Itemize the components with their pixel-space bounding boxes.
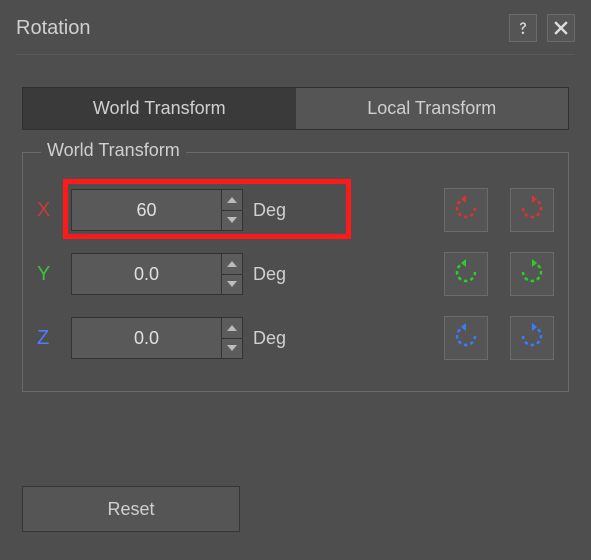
- chevron-up-icon: [227, 325, 237, 331]
- rotation-panel: Rotation World Transform Local Transform…: [0, 0, 591, 560]
- z-rotate-ccw-button[interactable]: [444, 316, 488, 360]
- chevron-up-icon: [227, 197, 237, 203]
- z-spinner: [71, 317, 243, 359]
- rotate-ccw-icon: [452, 194, 480, 227]
- axis-row-x: X Deg: [37, 185, 554, 235]
- help-button[interactable]: [509, 14, 537, 42]
- z-value-input[interactable]: [71, 317, 221, 359]
- world-transform-group: World Transform X Deg: [22, 152, 569, 392]
- y-step-down[interactable]: [222, 274, 242, 295]
- x-unit-label: Deg: [253, 200, 299, 221]
- x-step-up[interactable]: [222, 190, 242, 210]
- rotate-cw-icon: [518, 322, 546, 355]
- tab-world-transform[interactable]: World Transform: [23, 88, 296, 129]
- z-step-up[interactable]: [222, 318, 242, 338]
- reset-button[interactable]: Reset: [22, 486, 240, 532]
- rotate-cw-icon: [518, 194, 546, 227]
- y-rotate-ccw-button[interactable]: [444, 252, 488, 296]
- axis-row-y: Y Deg: [37, 249, 554, 299]
- x-spin-buttons: [221, 189, 243, 231]
- axis-row-z: Z Deg: [37, 313, 554, 363]
- axis-label-x: X: [37, 199, 71, 222]
- transform-tabs: World Transform Local Transform: [22, 87, 569, 130]
- y-spinner: [71, 253, 243, 295]
- x-value-input[interactable]: [71, 189, 221, 231]
- divider: [16, 54, 575, 55]
- panel-title: Rotation: [16, 17, 499, 40]
- axis-label-z: Z: [37, 327, 71, 350]
- rotate-ccw-icon: [452, 322, 480, 355]
- z-step-down[interactable]: [222, 338, 242, 359]
- x-spinner: [71, 189, 243, 231]
- chevron-up-icon: [227, 261, 237, 267]
- y-rotate-cw-button[interactable]: [510, 252, 554, 296]
- y-unit-label: Deg: [253, 264, 299, 285]
- help-icon: [515, 20, 531, 36]
- y-spin-buttons: [221, 253, 243, 295]
- close-button[interactable]: [547, 14, 575, 42]
- chevron-down-icon: [227, 345, 237, 351]
- axis-label-y: Y: [37, 263, 71, 286]
- chevron-down-icon: [227, 217, 237, 223]
- z-rotate-cw-button[interactable]: [510, 316, 554, 360]
- x-step-down[interactable]: [222, 210, 242, 231]
- rotate-ccw-icon: [452, 258, 480, 291]
- x-rotate-ccw-button[interactable]: [444, 188, 488, 232]
- x-rotate-cw-button[interactable]: [510, 188, 554, 232]
- group-label: World Transform: [41, 140, 186, 161]
- close-icon: [554, 21, 568, 35]
- y-value-input[interactable]: [71, 253, 221, 295]
- chevron-down-icon: [227, 281, 237, 287]
- tab-local-transform[interactable]: Local Transform: [296, 88, 569, 129]
- y-step-up[interactable]: [222, 254, 242, 274]
- panel-header: Rotation: [16, 14, 575, 42]
- rotate-cw-icon: [518, 258, 546, 291]
- z-unit-label: Deg: [253, 328, 299, 349]
- z-spin-buttons: [221, 317, 243, 359]
